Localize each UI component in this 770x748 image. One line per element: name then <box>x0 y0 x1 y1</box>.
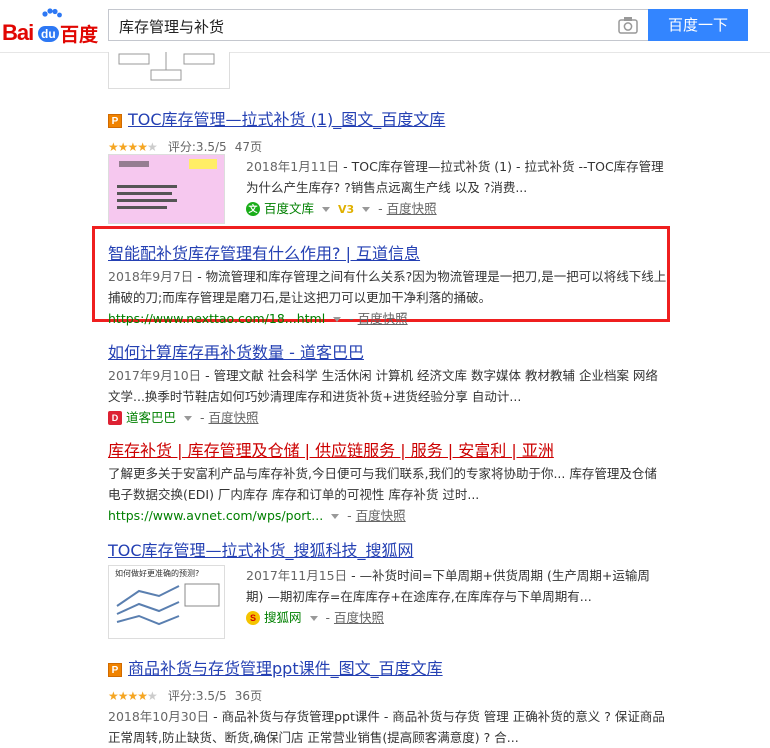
snapshot-link[interactable]: 百度快照 <box>356 508 406 523</box>
result-url-row: https://www.nexttao.com/18...html - 百度快照 <box>108 311 408 326</box>
flowchart-thumb <box>118 52 215 81</box>
result-date: 2018年9月7日 <box>108 269 194 284</box>
search-input[interactable]: 库存管理与补货 <box>108 9 648 41</box>
chevron-down-icon[interactable] <box>331 514 340 519</box>
result-date: 2018年10月30日 <box>108 709 210 724</box>
logo-du: du <box>38 26 59 42</box>
result-url[interactable]: https://www.nexttao.com/18...html <box>108 311 325 326</box>
snapshot-link[interactable]: 百度快照 <box>387 201 437 216</box>
result-title[interactable]: 如何计算库存再补货数量 - 道客巴巴 <box>108 339 668 363</box>
top-bar: Bai du 百度 库存管理与补货 百度一下 <box>0 0 770 53</box>
result-title[interactable]: TOC库存管理—拉式补货_搜狐科技_搜狐网 <box>108 537 668 561</box>
result-abstract: 2018年10月30日 - 商品补货与存货管理ppt课件 - 商品补货与存货 管… <box>108 706 668 748</box>
result-title[interactable]: 智能配补货库存管理有什么作用? | 互道信息 <box>108 240 668 264</box>
result-abstract: 2017年11月15日 - —补货时间=下单周期+供货周期 (生产周期+运输周期… <box>246 565 666 607</box>
result-source-row: D 道客巴巴 - 百度快照 <box>108 407 668 426</box>
result-title[interactable]: TOC库存管理—拉式补货 (1)_图文_百度文库 <box>128 110 445 129</box>
result-source-row: S 搜狐网 - 百度快照 <box>246 607 666 626</box>
search-query[interactable]: 库存管理与补货 <box>119 16 224 37</box>
result-title-row: P TOC库存管理—拉式补货 (1)_图文_百度文库 <box>108 106 668 130</box>
result-thumbnail[interactable]: 如何做好更准确的预测? <box>108 565 225 639</box>
result-3: 如何计算库存再补货数量 - 道客巴巴 2017年9月10日 - 管理文献 社会科… <box>108 339 668 426</box>
diagram-thumb: 如何做好更准确的预测? <box>115 568 220 626</box>
snapshot-link[interactable]: 百度快照 <box>334 610 384 625</box>
thumb-caption: 如何做好更准确的预测? <box>115 568 199 578</box>
rating-text: 评分:3.5/5 <box>167 689 227 703</box>
result-1: P TOC库存管理—拉式补货 (1)_图文_百度文库 ★★★★★ 评分:3.5/5… <box>108 106 668 224</box>
ppt-icon: P <box>108 663 122 677</box>
v3-badge: V3 <box>337 203 355 216</box>
page-count: 36页 <box>234 689 263 703</box>
sohu-icon: S <box>246 611 260 625</box>
result-date: 2017年9月10日 <box>108 368 202 383</box>
result-4: 库存补货 | 库存管理及仓储 | 供应链服务 | 服务 | 安富利 | 亚洲 了… <box>108 437 668 524</box>
wenku-icon: 文 <box>246 202 260 216</box>
rating-stars-icon: ★★★★★ <box>108 689 158 703</box>
rating-stars-icon: ★★★★★ <box>108 140 158 154</box>
result-date: 2018年1月11日 <box>246 159 340 174</box>
snapshot-link[interactable]: 百度快照 <box>208 410 258 425</box>
result-url-row: https://www.avnet.com/wps/port... - 百度快照 <box>108 508 406 523</box>
result-title-row: P 商品补货与存货管理ppt课件_图文_百度文库 <box>108 655 668 679</box>
result-title[interactable]: 商品补货与存货管理ppt课件_图文_百度文库 <box>128 659 443 678</box>
result-title[interactable]: 库存补货 | 库存管理及仓储 | 供应链服务 | 服务 | 安富利 | 亚洲 <box>108 437 668 461</box>
search-button[interactable]: 百度一下 <box>648 9 748 41</box>
doc88-icon: D <box>108 411 122 425</box>
baidu-logo[interactable]: Bai du 百度 <box>2 8 102 46</box>
chevron-down-icon[interactable] <box>309 616 318 621</box>
logo-bai: Bai <box>2 20 34 45</box>
page-count: 47页 <box>234 140 263 154</box>
result-thumbnail[interactable] <box>108 154 225 224</box>
result-6: P 商品补货与存货管理ppt课件_图文_百度文库 ★★★★★ 评分:3.5/5 3… <box>108 655 668 748</box>
logo-cn: 百度 <box>60 24 99 46</box>
chevron-down-icon[interactable] <box>333 317 342 322</box>
ppt-icon: P <box>108 114 122 128</box>
result-5: TOC库存管理—拉式补货_搜狐科技_搜狐网 如何做好更准确的预测? 2017年1… <box>108 537 668 639</box>
rating-text: 评分:3.5/5 <box>167 140 227 154</box>
result-source-row: 文百度文库 V3 - 百度快照 <box>246 198 666 217</box>
result-source[interactable]: 道客巴巴 <box>126 410 176 425</box>
result-2: 智能配补货库存管理有什么作用? | 互道信息 2018年9月7日 - 物流管理和… <box>108 240 668 327</box>
previous-result-thumbnail[interactable] <box>108 52 230 89</box>
result-date: 2017年11月15日 <box>246 568 348 583</box>
result-url[interactable]: https://www.avnet.com/wps/port... <box>108 508 323 523</box>
result-abstract: 2018年9月7日 - 物流管理和库存管理之间有什么关系?因为物流管理是一把刀,… <box>108 266 668 308</box>
camera-icon[interactable] <box>618 16 638 34</box>
chevron-down-icon[interactable] <box>184 416 192 421</box>
result-source[interactable]: 百度文库 <box>264 201 314 216</box>
result-abstract: 2017年9月10日 - 管理文献 社会科学 生活休闲 计算机 经济文库 数字媒… <box>108 365 668 407</box>
snapshot-link[interactable]: 百度快照 <box>358 311 408 326</box>
chevron-down-icon[interactable] <box>322 207 330 212</box>
result-source[interactable]: 搜狐网 <box>264 610 302 625</box>
chevron-down-icon[interactable] <box>362 207 371 212</box>
slide-thumb <box>117 159 217 209</box>
result-abstract: 2018年1月11日 - TOC库存管理—拉式补货 (1) - 拉式补货 --T… <box>246 156 666 198</box>
result-abstract: 了解更多关于安富利产品与库存补货,今日便可与我们联系,我们的专家将协助于你...… <box>108 466 657 502</box>
